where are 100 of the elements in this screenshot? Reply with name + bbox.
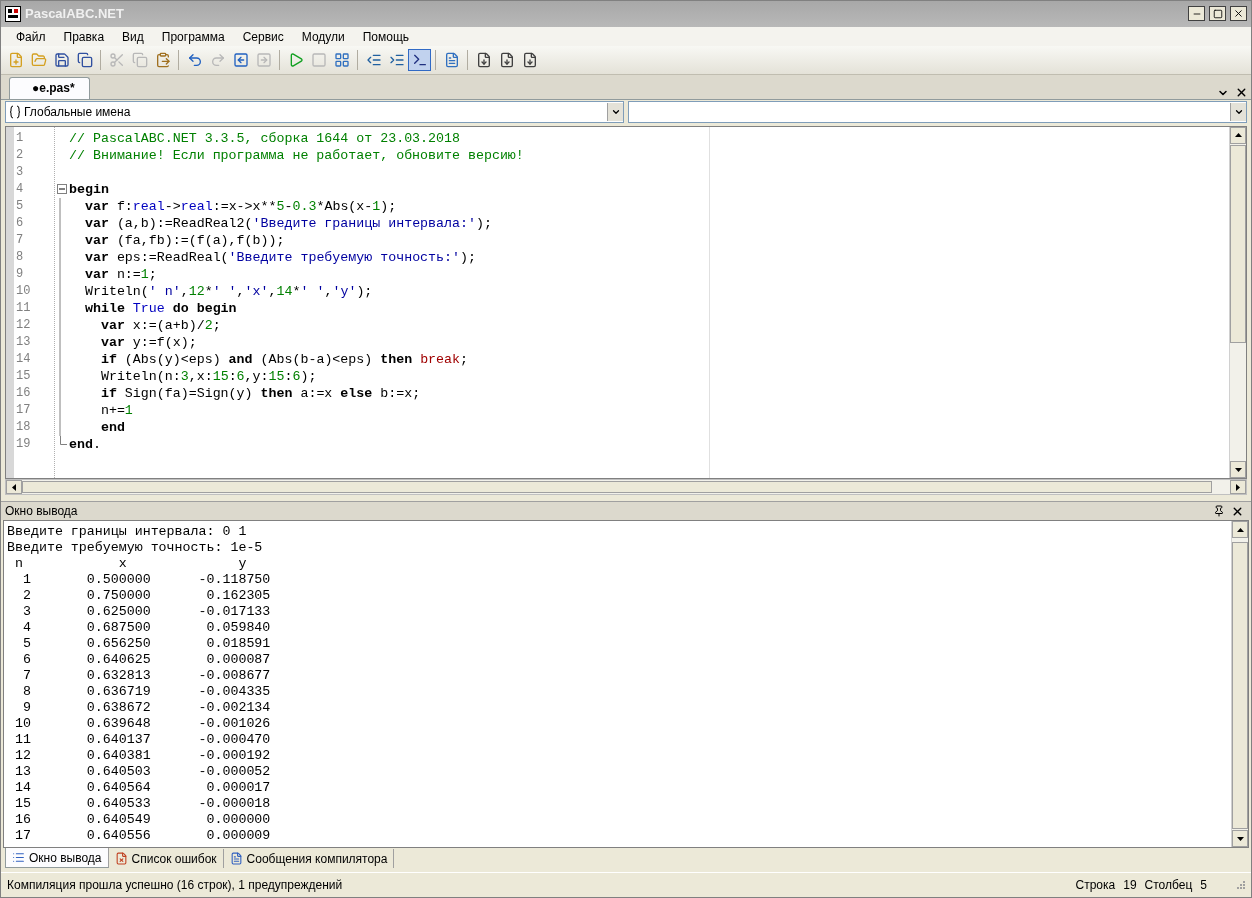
output-line: 3 0.625000 -0.017133 xyxy=(21,604,271,621)
output-line: 15 0.640533 -0.000018 xyxy=(13,796,271,813)
left-arrow-icon xyxy=(12,483,16,491)
minus-icon xyxy=(59,186,65,193)
line-number: 8 xyxy=(15,248,25,266)
scrollbar[interactable] xyxy=(1229,126,1246,479)
line-number: 15 xyxy=(15,367,32,385)
minimize-button[interactable] xyxy=(1188,6,1205,22)
code-line: begin xyxy=(69,180,109,198)
horizontal-scrollbar[interactable] xyxy=(5,479,1247,496)
code-line: n+=1 xyxy=(99,401,133,419)
pin-icon xyxy=(1213,505,1225,518)
output-line: 14 0.640564 0.000017 xyxy=(13,780,271,797)
menu-item[interactable]: Модули xyxy=(292,29,354,44)
maximize-icon xyxy=(1212,8,1223,19)
line-number: 4 xyxy=(15,180,25,198)
line-number: 2 xyxy=(15,146,25,164)
code-line: var n:=1; xyxy=(83,265,157,283)
line-number: 9 xyxy=(15,265,25,283)
code-line: Writeln(' n',12*' ','x',14*' ','y'); xyxy=(83,282,373,300)
output-line: 8 0.636719 -0.004335 xyxy=(21,684,271,701)
up-arrow-icon xyxy=(1234,133,1242,138)
up-arrow-icon xyxy=(1236,527,1244,532)
app-logo-icon xyxy=(5,5,21,22)
line-number: 19 xyxy=(1123,878,1137,893)
panel-tab[interactable]: Окно вывода xyxy=(5,848,109,869)
line-number: 13 xyxy=(15,333,32,351)
output-line: 16 0.640549 0.000000 xyxy=(13,812,271,829)
line-number: 6 xyxy=(15,214,25,232)
output-line: 6 0.640625 0.000087 xyxy=(21,652,271,669)
column-label: Столбец xyxy=(1144,878,1193,893)
code-line: var x:=(a+b)/2; xyxy=(99,316,221,334)
line-number: 7 xyxy=(15,231,25,249)
scrollbar[interactable] xyxy=(1231,521,1248,848)
menu-item[interactable]: Программа xyxy=(152,29,234,44)
code-line: var eps:=ReadReal('Введите требуемую точность:'); xyxy=(83,248,476,266)
scope-dropdown[interactable]: Глобальные имена xyxy=(5,100,624,123)
output-line: n x y xyxy=(13,556,247,573)
code-line: var y:=f(x); xyxy=(99,333,197,351)
menu-item[interactable]: Сервис xyxy=(233,29,293,44)
output-line: Введите требуемую точность: 1e-5 xyxy=(7,540,263,557)
collapse-toggle[interactable] xyxy=(57,184,67,195)
menu-item[interactable]: Помощь xyxy=(353,29,419,44)
line-number: 18 xyxy=(15,418,32,436)
code-editor[interactable] xyxy=(5,125,1247,480)
code-line: end. xyxy=(69,435,101,453)
down-arrow-icon xyxy=(1234,467,1242,472)
output-line: 9 0.638672 -0.002134 xyxy=(21,700,271,717)
menu-item[interactable]: Правка xyxy=(54,29,114,44)
right-arrow-icon xyxy=(1236,483,1240,491)
down-arrow-icon xyxy=(1236,836,1244,841)
close-button[interactable] xyxy=(1230,6,1247,22)
line-number: 19 xyxy=(15,435,32,453)
code-line: var (fa,fb):=(f(a),f(b)); xyxy=(83,231,285,249)
line-number: 16 xyxy=(15,384,32,402)
output-line: 13 0.640503 -0.000052 xyxy=(13,764,271,781)
close-icon xyxy=(1233,8,1244,20)
line-number: 17 xyxy=(15,401,32,419)
output-line: Введите границы интервала: 0 1 xyxy=(7,524,247,541)
line-number: 3 xyxy=(15,163,25,181)
panel-tab[interactable]: Список ошибок xyxy=(108,849,224,869)
code-line: // PascalABC.NET 3.3.5, сборка 1644 от 23.03.2018 xyxy=(69,129,460,147)
code-line: // Внимание! Если программа не работает, обновите версию! xyxy=(69,146,524,164)
code-line: end xyxy=(99,418,125,436)
code-line: var f:real->real:=x->x**5-0.3*Abs(x-1); xyxy=(83,197,397,215)
list-icon xyxy=(12,851,25,865)
braces-icon xyxy=(9,104,21,119)
output-line: 7 0.632813 -0.008677 xyxy=(21,668,271,685)
code-line: while True do begin xyxy=(83,299,237,317)
line-label: Строка xyxy=(1075,878,1116,893)
output-line: 1 0.500000 -0.118750 xyxy=(21,572,271,589)
status-message: Компиляция прошла успешно (16 строк), 1 предупреждений xyxy=(7,878,343,893)
document-icon xyxy=(229,852,243,866)
code-line: if (Abs(y)<eps) and (Abs(b-a)<eps) then break; xyxy=(99,350,469,368)
code-line: if Sign(fa)=Sign(y) then a:=x else b:=x; xyxy=(99,384,421,402)
code-line: Writeln(n:3,x:15:6,y:15:6); xyxy=(99,367,317,385)
output-line: 11 0.640137 -0.000470 xyxy=(13,732,271,749)
line-number: 12 xyxy=(15,316,32,334)
line-number: 14 xyxy=(15,350,32,368)
code-line: var (a,b):=ReadReal2('Введите границы интервала:'); xyxy=(83,214,492,232)
window-title: PascalABC.NET xyxy=(25,6,125,22)
line-number: 5 xyxy=(15,197,25,215)
resize-grip-icon xyxy=(1235,880,1245,891)
line-number: 1 xyxy=(15,129,25,147)
menu-item[interactable]: Файл xyxy=(7,29,55,44)
output-line: 12 0.640381 -0.000192 xyxy=(13,748,271,765)
document-tab[interactable]: ●e.pas* xyxy=(9,76,90,99)
output-line: 10 0.639648 -0.001026 xyxy=(13,716,271,733)
error-list-icon xyxy=(114,852,128,866)
maximize-button[interactable] xyxy=(1209,6,1226,22)
output-line: 2 0.750000 0.162305 xyxy=(21,588,271,605)
line-number: 11 xyxy=(15,299,32,317)
panel-tab[interactable]: Сообщения компилятора xyxy=(223,849,395,869)
column-number: 5 xyxy=(1200,878,1207,893)
menu-item[interactable]: Вид xyxy=(113,29,153,44)
output-line: 5 0.656250 0.018591 xyxy=(21,636,271,653)
panel-title: Окно вывода xyxy=(5,504,79,519)
output-line: 4 0.687500 0.059840 xyxy=(21,620,271,637)
line-number: 10 xyxy=(15,282,32,300)
output-line: 17 0.640556 0.000009 xyxy=(13,828,271,845)
